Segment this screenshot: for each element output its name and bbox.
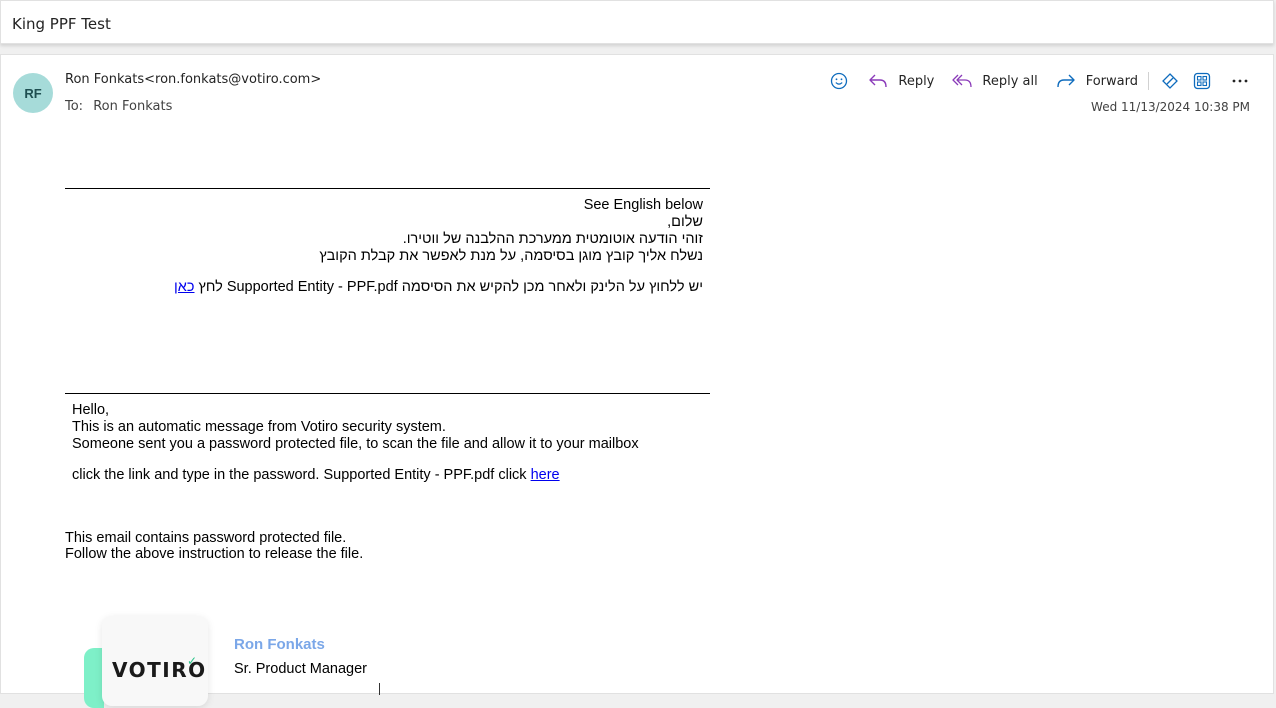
subject-bar: King PPF Test bbox=[0, 0, 1274, 44]
reply-all-button[interactable]: Reply all bbox=[952, 73, 1038, 89]
divider-middle bbox=[65, 393, 710, 394]
english-instruction-text: click the link and type in the password.… bbox=[72, 467, 527, 483]
signature-title: Sr. Product Manager bbox=[234, 661, 367, 677]
footer-line-2: Follow the above instruction to release … bbox=[65, 546, 364, 562]
recipient-line: To: Ron Fonkats bbox=[65, 99, 172, 114]
hebrew-line-1: זוהי הודעה אוטומטית ממערכת ההלבנה של ווט… bbox=[402, 231, 703, 247]
signature-divider bbox=[379, 683, 380, 695]
hebrew-instruction: יש ללחוץ על הלינק ולאחר מכן להקיש את הסי… bbox=[65, 279, 703, 296]
see-english-text: See English below bbox=[583, 197, 703, 213]
divider-top bbox=[65, 188, 710, 189]
toolbar-divider bbox=[1148, 72, 1149, 90]
hebrew-greeting: שלום, bbox=[667, 214, 703, 230]
english-link[interactable]: here bbox=[531, 467, 560, 483]
hebrew-instruction-text: יש ללחוץ על הלינק ולאחר מכן להקיש את הסי… bbox=[198, 279, 703, 295]
sender-avatar[interactable]: RF bbox=[13, 73, 53, 113]
english-instruction: click the link and type in the password.… bbox=[72, 467, 560, 484]
english-line-1: This is an automatic message from Votiro… bbox=[72, 419, 446, 435]
hebrew-line-2: נשלח אליך קובץ מוגן בסיסמה, על מנת לאפשר… bbox=[319, 248, 703, 264]
footer-line-1: This email contains password protected f… bbox=[65, 530, 347, 546]
email-subject: King PPF Test bbox=[12, 15, 111, 33]
logo-check-icon: ✓ bbox=[187, 654, 198, 668]
forward-button[interactable]: Forward bbox=[1056, 73, 1138, 89]
immersive-reader-icon[interactable] bbox=[1159, 70, 1181, 92]
english-line-2: Someone sent you a password protected fi… bbox=[72, 436, 639, 452]
more-icon[interactable] bbox=[1229, 70, 1251, 92]
emoji-icon[interactable] bbox=[828, 70, 850, 92]
forward-icon bbox=[1057, 74, 1075, 88]
english-greeting: Hello, bbox=[72, 402, 110, 418]
signature-name: Ron Fonkats bbox=[234, 636, 325, 653]
message-actions-toolbar: Reply Reply all Forward bbox=[818, 69, 1251, 93]
reply-label: Reply bbox=[898, 73, 935, 89]
reply-icon bbox=[869, 74, 888, 88]
reply-all-icon bbox=[952, 74, 973, 88]
sender-from[interactable]: Ron Fonkats<ron.fonkats@votiro.com> bbox=[65, 72, 321, 87]
reply-all-label: Reply all bbox=[982, 73, 1038, 89]
to-label: To: bbox=[65, 99, 84, 114]
hebrew-link[interactable]: כאן bbox=[174, 279, 194, 295]
recipient-name[interactable]: Ron Fonkats bbox=[93, 99, 172, 114]
apps-icon[interactable] bbox=[1191, 70, 1213, 92]
sent-date: Wed 11/13/2024 10:38 PM bbox=[1091, 100, 1250, 114]
reply-button[interactable]: Reply bbox=[868, 73, 934, 89]
forward-label: Forward bbox=[1085, 73, 1138, 89]
email-reading-pane: RF Ron Fonkats<ron.fonkats@votiro.com> T… bbox=[0, 54, 1274, 708]
signature-accent bbox=[84, 648, 104, 708]
